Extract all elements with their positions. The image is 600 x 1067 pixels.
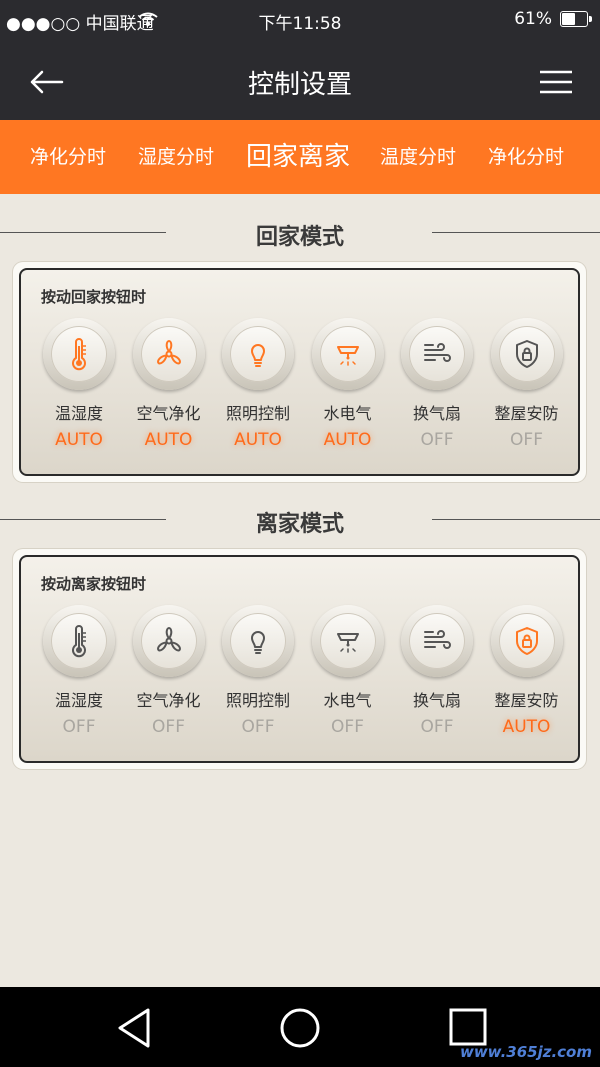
device-item: 换气扇 OFF xyxy=(397,318,477,450)
home-card-label: 按动回家按钮时 xyxy=(41,288,147,306)
device-label: 换气扇 xyxy=(412,691,461,710)
away-mode-title: 离家模式 xyxy=(255,512,344,537)
device-toggle-button[interactable] xyxy=(132,605,205,677)
device-label: 温湿度 xyxy=(54,404,103,423)
valve-icon xyxy=(319,326,376,382)
device-label: 水电气 xyxy=(323,691,372,710)
tab-temperature[interactable]: 温度分时 xyxy=(380,120,456,194)
shield-lock-icon xyxy=(498,613,555,669)
fan-icon xyxy=(140,326,197,382)
device-label: 空气净化 xyxy=(136,404,201,423)
device-item: 照明控制 OFF xyxy=(218,605,298,737)
device-toggle-button[interactable] xyxy=(222,605,294,677)
status-bar: ●●●○○ 中国联通 下午11:58 61% xyxy=(0,0,600,40)
device-toggle-button[interactable] xyxy=(490,605,563,677)
recents-square-icon[interactable] xyxy=(448,1007,488,1047)
android-nav-bar: www.365jz.com xyxy=(0,987,600,1067)
device-toggle-button[interactable] xyxy=(43,605,115,677)
device-state: AUTO xyxy=(55,430,103,450)
device-state: OFF xyxy=(510,430,543,450)
home-mode-card: 按动回家按钮时 温湿度 AUTO 空气净化 AUTO 照明控制 AUTO 水电气 AUTO 换气… xyxy=(13,262,586,482)
device-item: 照明控制 AUTO xyxy=(218,318,298,450)
tab-humidity[interactable]: 湿度分时 xyxy=(138,120,214,194)
home-mode-title: 回家模式 xyxy=(255,225,344,250)
thermometer-icon xyxy=(51,613,107,669)
device-state: OFF xyxy=(152,717,185,737)
nav-bar: 控制设置 xyxy=(0,40,600,120)
device-state: OFF xyxy=(420,430,454,450)
bulb-icon xyxy=(230,326,286,382)
watermark: www.365jz.com xyxy=(459,1043,592,1061)
valve-icon xyxy=(319,613,376,669)
device-item: 空气净化 OFF xyxy=(129,605,209,737)
device-item: 水电气 AUTO xyxy=(308,318,388,450)
device-toggle-button[interactable] xyxy=(43,318,115,390)
device-state: OFF xyxy=(331,717,364,737)
away-mode-panel: 按动离家按钮时 温湿度 OFF 空气净化 OFF 照明控制 OFF 水电气 OFF 换气扇 OFF… xyxy=(19,555,580,763)
device-label: 整屋安防 xyxy=(494,404,559,423)
device-toggle-button[interactable] xyxy=(132,318,205,390)
away-mode-card: 按动离家按钮时 温湿度 OFF 空气净化 OFF 照明控制 OFF 水电气 OFF 换气扇 OFF… xyxy=(13,549,586,769)
device-toggle-button[interactable] xyxy=(311,605,384,677)
device-toggle-button[interactable] xyxy=(311,318,384,390)
device-label: 整屋安防 xyxy=(494,691,559,710)
home-mode-panel: 按动回家按钮时 温湿度 AUTO 空气净化 AUTO 照明控制 AUTO 水电气 AUTO 换气… xyxy=(19,268,580,476)
device-label: 照明控制 xyxy=(225,691,290,710)
device-state: AUTO xyxy=(502,717,551,737)
device-state: OFF xyxy=(241,717,275,737)
battery-percent: 61% xyxy=(514,9,552,29)
tab-purify-left[interactable]: 净化分时 xyxy=(30,120,106,194)
tab-purify-right[interactable]: 净化分时 xyxy=(488,120,564,194)
device-state: OFF xyxy=(420,717,454,737)
device-item: 换气扇 OFF xyxy=(397,605,477,737)
shield-lock-icon xyxy=(498,326,555,382)
device-item: 水电气 OFF xyxy=(308,605,388,737)
status-time: 下午11:58 xyxy=(258,14,342,34)
thermometer-icon xyxy=(51,326,107,382)
device-item: 整屋安防 OFF xyxy=(487,318,567,450)
device-state: AUTO xyxy=(323,430,372,450)
device-label: 换气扇 xyxy=(412,404,461,423)
wind-icon xyxy=(409,326,465,382)
device-toggle-button[interactable] xyxy=(222,318,294,390)
battery-icon xyxy=(560,11,592,27)
device-state: AUTO xyxy=(234,430,282,450)
device-item: 温湿度 AUTO xyxy=(39,318,119,450)
device-item: 整屋安防 AUTO xyxy=(487,605,567,737)
away-card-label: 按动离家按钮时 xyxy=(41,575,147,593)
device-state: AUTO xyxy=(144,430,193,450)
device-label: 温湿度 xyxy=(54,691,103,710)
device-item: 空气净化 AUTO xyxy=(129,318,209,450)
menu-icon[interactable] xyxy=(536,62,576,102)
device-label: 照明控制 xyxy=(225,404,290,423)
device-state: OFF xyxy=(62,717,96,737)
fan-icon xyxy=(140,613,197,669)
mode-tabs: 净化分时 湿度分时 回家离家 温度分时 净化分时 xyxy=(0,120,600,194)
device-toggle-button[interactable] xyxy=(401,605,473,677)
device-toggle-button[interactable] xyxy=(401,318,473,390)
wind-icon xyxy=(409,613,465,669)
device-label: 水电气 xyxy=(323,404,372,423)
back-triangle-icon[interactable] xyxy=(114,1007,154,1049)
bulb-icon xyxy=(230,613,286,669)
device-item: 温湿度 OFF xyxy=(39,605,119,737)
home-circle-icon[interactable] xyxy=(278,1006,322,1050)
device-label: 空气净化 xyxy=(136,691,201,710)
page-title: 控制设置 xyxy=(247,70,352,100)
device-toggle-button[interactable] xyxy=(490,318,563,390)
tab-home-away[interactable]: 回家离家 xyxy=(246,120,350,194)
